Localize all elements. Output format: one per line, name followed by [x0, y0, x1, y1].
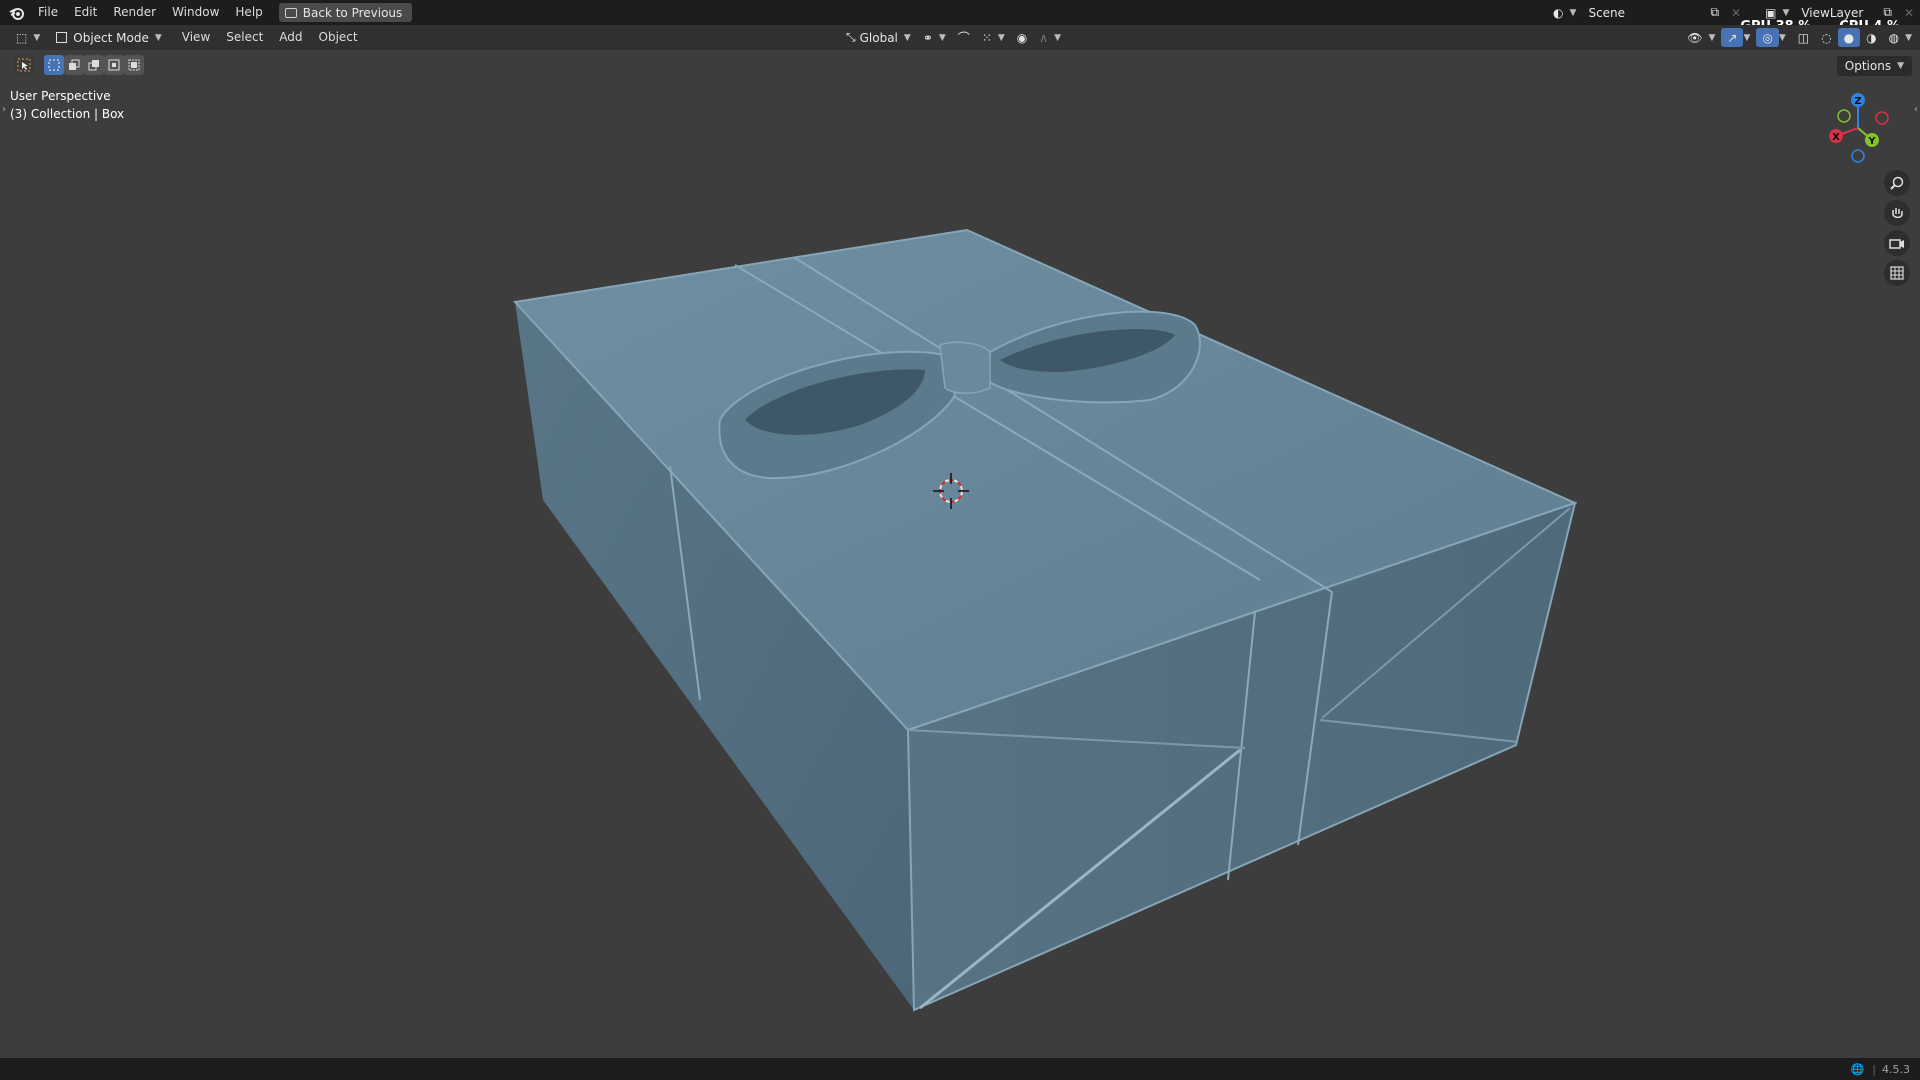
select-invert-icon[interactable] [104, 55, 124, 75]
menu-object[interactable]: Object [311, 25, 366, 50]
blender-logo-icon[interactable] [4, 0, 30, 25]
gizmo-x-label: X [1832, 132, 1840, 143]
sidebar-toggle-icon[interactable]: ‹ [1914, 104, 1918, 115]
solid-shading-icon[interactable]: ● [1837, 28, 1861, 47]
menu-help[interactable]: Help [227, 0, 270, 25]
viewport-header-right: 👁 ▼ ↗ ▼ ◎ ▼ ◫ ◌ ● ◑ ◍ ▼ [1681, 25, 1920, 50]
menu-select[interactable]: Select [218, 25, 271, 50]
xray-toggle-icon[interactable]: ◫ [1792, 28, 1815, 47]
screen-icon [284, 7, 297, 18]
gizmo-y-label: Y [1867, 136, 1876, 147]
scene-field[interactable]: Scene [1582, 3, 1705, 22]
scene-selector-icon[interactable]: ◐ ▼ [1547, 3, 1582, 22]
select-tool-icon[interactable] [14, 55, 34, 75]
navigation-gizmo[interactable]: Z Y X [1820, 88, 1900, 168]
options-label: Options [1844, 59, 1892, 73]
network-icon: 🌐 [1850, 1062, 1865, 1076]
mode-label: Object Mode [73, 30, 149, 45]
chevron-down-icon: ▼ [154, 32, 162, 43]
new-scene-icon[interactable]: ⧉ [1704, 3, 1725, 22]
toolbar-toggle-icon[interactable]: › [2, 104, 6, 115]
scene-name: Scene [1588, 5, 1626, 20]
menu-add[interactable]: Add [271, 25, 310, 50]
overlays-toggle-icon[interactable]: ◎ [1756, 28, 1779, 47]
menu-render[interactable]: Render [105, 0, 164, 25]
viewport-info: User Perspective (3) Collection | Box [10, 87, 124, 123]
select-subtract-icon[interactable] [84, 55, 104, 75]
pivot-point-icon[interactable]: ⚭ ▼ [917, 28, 952, 47]
snap-target-icon[interactable]: ⁙ ▼ [976, 28, 1011, 47]
version-label: 4.5.3 [1882, 1062, 1910, 1076]
gizmo-toggle-icon[interactable]: ↗ [1721, 28, 1744, 47]
select-new-icon[interactable] [44, 55, 64, 75]
select-intersect-icon[interactable] [124, 55, 144, 75]
mode-dropdown[interactable]: Object Mode ▼ [50, 28, 168, 47]
options-dropdown[interactable]: Options ▼ [1836, 56, 1912, 76]
viewport-scene[interactable] [0, 0, 1920, 1080]
back-to-previous-label: Back to Previous [302, 5, 403, 20]
menu-edit[interactable]: Edit [66, 0, 105, 25]
viewport-header: ⬚ ▼ Object Mode ▼ View Select Add Object … [0, 25, 1920, 50]
chevron-down-icon: ▼ [903, 32, 911, 43]
chevron-down-icon: ▼ [1897, 61, 1904, 71]
tool-settings-row [0, 50, 144, 80]
transform-orientation-dropdown[interactable]: ⤡ Global ▼ [840, 28, 917, 47]
menu-window[interactable]: Window [164, 0, 227, 25]
proportional-editing-icon[interactable]: ◉ [1011, 28, 1033, 47]
menu-file[interactable]: File [30, 0, 66, 25]
back-to-previous-button[interactable]: Back to Previous [278, 3, 413, 22]
editor-type-icon[interactable]: ⬚ ▼ [10, 28, 46, 47]
bow-knot [939, 341, 991, 394]
material-shading-icon[interactable]: ◑ [1860, 28, 1882, 47]
pan-hand-icon[interactable] [1884, 200, 1910, 226]
select-extend-icon[interactable] [64, 55, 84, 75]
zoom-icon[interactable] [1884, 170, 1910, 196]
view-name: User Perspective [10, 89, 111, 103]
status-divider: | [1872, 1062, 1876, 1076]
visibility-icon[interactable]: 👁 ▼ [1681, 28, 1721, 47]
menu-view[interactable]: View [174, 25, 218, 50]
perspective-toggle-icon[interactable] [1884, 260, 1910, 286]
viewlayer-name: ViewLayer [1801, 5, 1864, 20]
object-mode-icon [56, 32, 68, 43]
delete-viewlayer-icon[interactable]: ✕ [1898, 3, 1920, 22]
falloff-icon[interactable]: ∧ ▼ [1033, 28, 1067, 47]
orientation-icon: ⤡ [846, 30, 856, 44]
snap-toggle-icon[interactable]: ⌒ [952, 28, 976, 47]
camera-view-icon[interactable] [1884, 230, 1910, 256]
status-bar: 🌐 | 4.5.3 [0, 1058, 1920, 1080]
collection-info: (3) Collection | Box [10, 107, 125, 121]
rendered-shading-icon[interactable]: ◍ [1883, 28, 1905, 47]
orientation-label: Global [859, 30, 898, 45]
gizmo-z-label: Z [1854, 96, 1861, 107]
wireframe-shading-icon[interactable]: ◌ [1815, 28, 1837, 47]
